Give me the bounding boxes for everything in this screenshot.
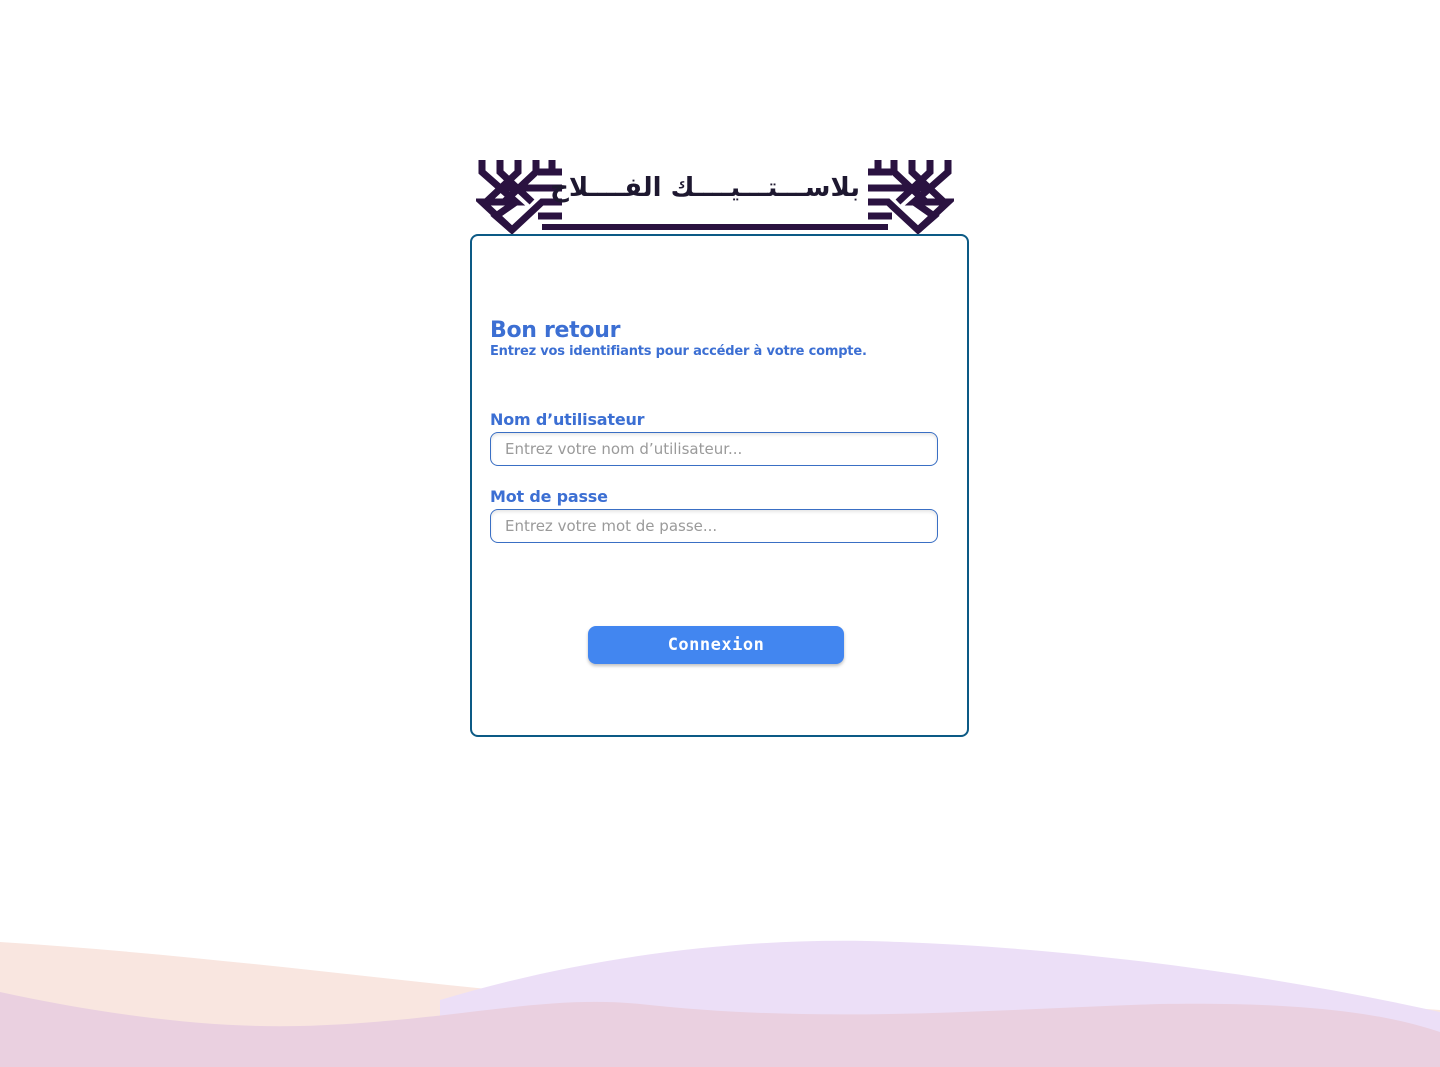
page-subtitle: Entrez vos identifiants pour accéder à v…	[490, 344, 867, 359]
username-input[interactable]	[490, 432, 938, 466]
password-label: Mot de passe	[490, 487, 608, 506]
login-button[interactable]: Connexion	[588, 626, 844, 664]
brand-logo-text: بلاســـتـــيــــك الفــــلاح	[550, 173, 860, 203]
login-page: بلاســـتـــيــــك الفــــلاح Bon retour …	[0, 0, 1440, 1067]
login-card: Bon retour Entrez vos identifiants pour …	[470, 234, 969, 737]
decorative-waves	[0, 940, 1440, 1067]
logo-underline	[542, 224, 888, 230]
password-input[interactable]	[490, 509, 938, 543]
username-label: Nom d’utilisateur	[490, 410, 645, 429]
page-title: Bon retour	[490, 318, 621, 343]
